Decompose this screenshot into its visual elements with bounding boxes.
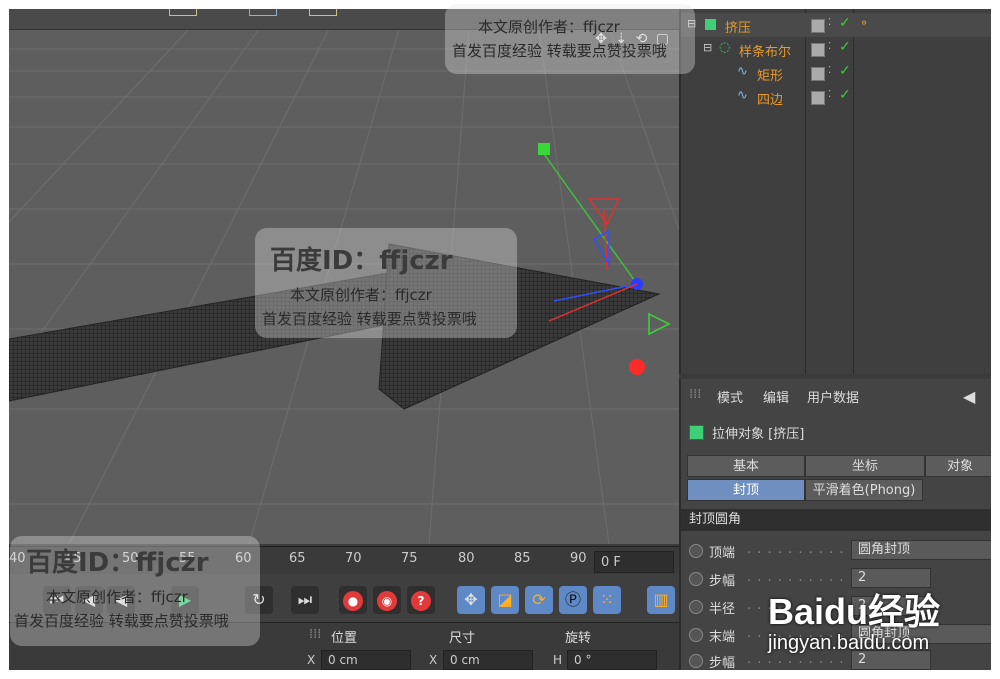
prop-start-cap: 顶端 . . . . . . . . . . . . . 圆角封顶 — [689, 539, 991, 563]
attribute-menubar: ⁞⁞⁞ 模式 编辑 用户数据 ◀ — [681, 385, 991, 407]
size-header: 尺寸 — [449, 631, 476, 646]
extrude-icon — [689, 425, 704, 440]
param-key-button[interactable]: Ⓟ — [559, 586, 587, 614]
prop-label: 半径 — [709, 602, 736, 617]
grip-icon: ⁞⁞⁞ — [689, 387, 702, 402]
editor-render-dots[interactable]: ⁚ — [828, 41, 831, 52]
menu-edit[interactable]: 编辑 — [763, 387, 789, 406]
editor-render-dots[interactable]: ⁚ — [828, 65, 831, 76]
tab-object[interactable]: 对象 — [925, 455, 991, 477]
axis-x-label: X — [429, 653, 438, 667]
section-title: 封顶圆角 — [681, 509, 991, 531]
object-name: 矩形 — [757, 69, 784, 84]
watermark-id: 百度ID：ffjczr — [270, 246, 453, 276]
tick-label: 80 — [458, 551, 475, 566]
prop-label: 步幅 — [709, 656, 736, 670]
tick-label: 65 — [289, 551, 306, 566]
watermark-notice: 首发百度经验 转载要点赞投票哦 — [14, 612, 229, 630]
spline-boolean-icon: ◌ — [719, 40, 731, 55]
object-title-text: 拉伸对象 [挤压] — [712, 427, 805, 442]
keyframe-radio[interactable] — [689, 572, 703, 586]
rotate-key-button[interactable]: ⟳ — [525, 586, 553, 614]
object-row-spline-boolean[interactable]: ⊟ ◌ 样条布尔 ⁚ ✓ — [681, 37, 991, 61]
extrude-icon — [705, 19, 716, 30]
axis-x-label: X — [307, 653, 316, 667]
object-row-extrude[interactable]: ⊟ 挤压 ⁚ ✓ ⚬ — [681, 13, 991, 37]
object-name: 样条布尔 — [739, 45, 792, 60]
rotation-header: 旋转 — [565, 631, 592, 646]
tab-coord[interactable]: 坐标 — [805, 455, 925, 477]
back-arrow-icon[interactable]: ◀ — [963, 387, 975, 406]
scale-key-button[interactable]: ◪ — [491, 586, 519, 614]
menu-mode[interactable]: 模式 — [717, 387, 743, 406]
record-button[interactable]: ● — [339, 586, 367, 614]
autokey-button[interactable]: ◉ — [373, 586, 401, 614]
keyframe-radio[interactable] — [689, 654, 703, 668]
visibility-toggle[interactable] — [811, 67, 825, 81]
object-name: 挤压 — [725, 21, 752, 36]
point-level-button[interactable]: ⁙ — [593, 586, 621, 614]
position-x-input[interactable]: 0 cm — [321, 650, 411, 670]
visibility-toggle[interactable] — [811, 91, 825, 105]
move-key-button[interactable]: ✥ — [457, 586, 485, 614]
keyframe-radio[interactable] — [689, 544, 703, 558]
prop-label: 步幅 — [709, 574, 736, 589]
object-row-nside[interactable]: ∿ 四边 ⁚ ✓ — [681, 85, 991, 109]
prop-label: 末端 — [709, 630, 736, 645]
last-frame-button[interactable]: ⏭ — [291, 586, 319, 614]
keyframe-radio[interactable] — [689, 628, 703, 642]
object-manager: ⊟ 挤压 ⁚ ✓ ⚬ ⊟ ◌ 样条布尔 ⁚ ✓ ∿ 矩形 ⁚ ✓ ∿ 四边 ⁚ — [679, 9, 991, 374]
enabled-check-icon[interactable]: ✓ — [839, 15, 851, 31]
tab-basic[interactable]: 基本 — [687, 455, 805, 477]
visibility-toggle[interactable] — [811, 19, 825, 33]
watermark-author: 本文原创作者：ffjczr — [478, 18, 620, 36]
object-row-rectangle[interactable]: ∿ 矩形 ⁚ ✓ — [681, 61, 991, 85]
grip-icon: ⁞⁞⁞ — [309, 627, 322, 642]
visibility-toggle[interactable] — [811, 43, 825, 57]
viewport-tab[interactable] — [169, 9, 197, 16]
watermark-notice: 首发百度经验 转载要点赞投票哦 — [262, 310, 477, 328]
size-x-input[interactable]: 0 cm — [443, 650, 533, 670]
watermark-notice: 首发百度经验 转载要点赞投票哦 — [452, 42, 667, 60]
baidu-logo: Baidu经验 — [768, 591, 941, 632]
tick-label: 70 — [345, 551, 362, 566]
spline-icon: ∿ — [737, 88, 748, 103]
tick-label: 85 — [514, 551, 531, 566]
rotation-h-input[interactable]: 0 ° — [567, 650, 657, 670]
position-header: 位置 — [331, 631, 358, 646]
prop-label: 顶端 — [709, 546, 736, 561]
start-cap-dropdown[interactable]: 圆角封顶 — [851, 540, 991, 560]
tab-phong[interactable]: 平滑着色(Phong) — [805, 479, 923, 501]
tick-label: 75 — [401, 551, 418, 566]
enabled-check-icon[interactable]: ✓ — [839, 63, 851, 79]
object-title: 拉伸对象 [挤压] — [689, 423, 804, 442]
tag-icon[interactable]: ⚬ — [859, 16, 869, 30]
enabled-check-icon[interactable]: ✓ — [839, 39, 851, 55]
collapse-icon[interactable]: ⊟ — [703, 41, 712, 54]
keyframe-radio[interactable] — [689, 600, 703, 614]
editor-render-dots[interactable]: ⁚ — [828, 89, 831, 100]
enabled-check-icon[interactable]: ✓ — [839, 87, 851, 103]
viewport-tab[interactable] — [309, 9, 337, 16]
menu-user-data[interactable]: 用户数据 — [807, 387, 859, 406]
keyframe-selection-button[interactable]: ? — [407, 586, 435, 614]
editor-render-dots[interactable]: ⁚ — [828, 17, 831, 28]
tick-label: 90 — [570, 551, 587, 566]
timeline-icon[interactable]: ▥ — [647, 586, 675, 614]
watermark-author: 本文原创作者：ffjczr — [46, 588, 188, 606]
baidu-url: jingyan.baidu.com — [768, 632, 930, 654]
watermark-top — [445, 4, 695, 74]
spline-icon: ∿ — [737, 64, 748, 79]
viewport-tab[interactable] — [249, 9, 277, 16]
object-name: 四边 — [757, 93, 784, 108]
tab-caps[interactable]: 封顶 — [687, 479, 805, 501]
axis-h-label: H — [553, 653, 563, 667]
watermark-author: 本文原创作者：ffjczr — [290, 286, 432, 304]
watermark-id: 百度ID：ffjczr — [26, 548, 209, 578]
current-frame-field[interactable]: 0 F — [594, 551, 674, 573]
